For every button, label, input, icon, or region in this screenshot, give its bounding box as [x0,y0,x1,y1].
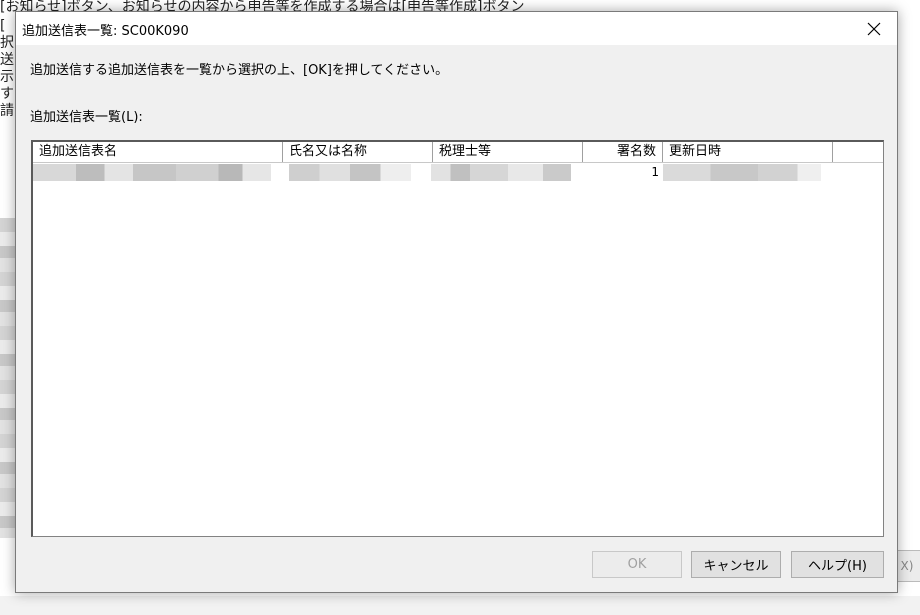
background-fragment: 択 [0,35,14,51]
column-header-signature-count[interactable]: 署名数 [583,142,663,162]
background-fragment: 示 [0,69,14,85]
background-fragment: [ [0,18,6,34]
list-label: 追加送信表一覧(L): [30,110,143,125]
ok-button[interactable]: OK [592,551,682,578]
dialog-title: 追加送信表一覧: SC00K090 [22,24,189,39]
background-fragment: 請 [0,103,14,119]
redacted-cell [431,164,571,181]
redacted-cell [33,164,271,181]
close-icon [867,22,881,35]
column-header-updated-at[interactable]: 更新日時 [663,142,833,162]
table-row[interactable]: 1 [33,162,883,183]
additional-send-list[interactable]: 追加送信表名 氏名又は名称 税理士等 署名数 更新日時 1 [31,140,884,537]
close-button[interactable] [851,12,897,45]
dialog-titlebar[interactable]: 追加送信表一覧: SC00K090 [16,12,897,45]
help-button[interactable]: ヘルプ(H) [791,551,884,578]
signature-count-cell: 1 [651,165,659,179]
list-header: 追加送信表名 氏名又は名称 税理士等 署名数 更新日時 [33,142,883,163]
additional-send-list-dialog: 追加送信表一覧: SC00K090 追加送信する追加送信表を一覧から選択の上、[… [15,11,898,593]
cancel-button[interactable]: キャンセル [691,551,781,578]
column-header-name[interactable]: 追加送信表名 [33,142,283,162]
redacted-cell [663,164,821,181]
redacted-cell [289,164,411,181]
background-fragment: 送 [0,52,14,68]
column-header-taxpayer[interactable]: 氏名又は名称 [283,142,433,162]
background-fragment: す [0,86,14,102]
column-header-blank[interactable] [833,142,883,162]
instruction-text: 追加送信する追加送信表を一覧から選択の上、[OK]を押してください。 [30,63,449,78]
background-left-fragments: [ 択 送 示 す 請 [0,18,16,120]
column-header-tax-accountant[interactable]: 税理士等 [433,142,583,162]
background-status-strip [0,596,920,615]
